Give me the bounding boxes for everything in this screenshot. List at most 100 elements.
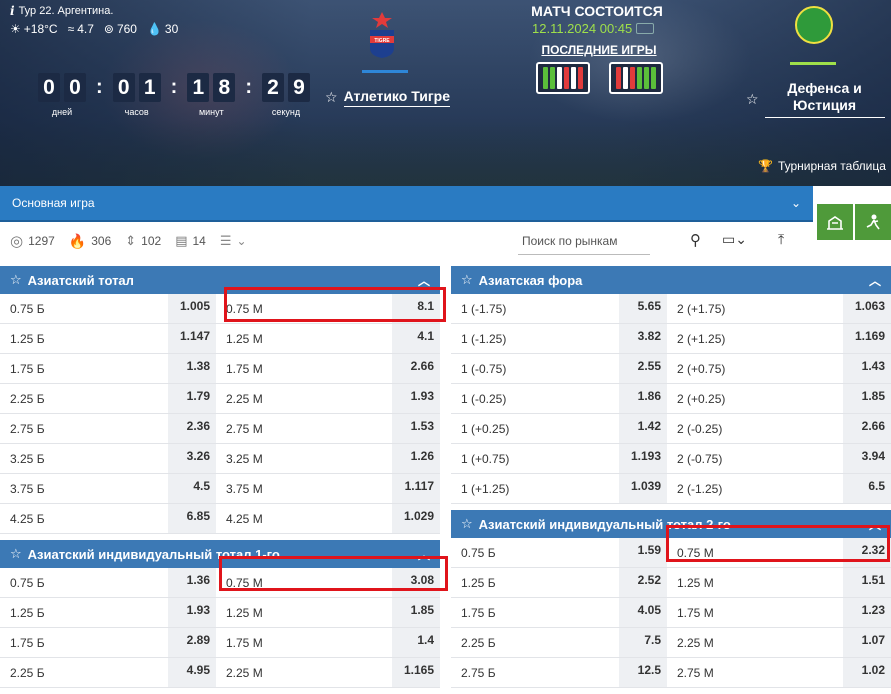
odds-value[interactable]: 1.53 [392, 414, 440, 443]
market-header[interactable]: ☆ Азиатская фора ︿ [451, 266, 891, 294]
odds-value[interactable]: 12.5 [619, 658, 667, 687]
odds-value[interactable]: 1.36 [168, 568, 216, 597]
odds-value[interactable]: 1.4 [392, 628, 440, 657]
outcome-label[interactable]: 0.75 М [216, 294, 392, 323]
filter-totals[interactable]: ⇕ 102 [125, 233, 161, 249]
odds-value[interactable]: 2.89 [168, 628, 216, 657]
search-icon[interactable]: ⚲ [690, 231, 701, 249]
columns-icon[interactable]: ▭⌄ [722, 231, 747, 248]
team1[interactable]: ☆ Атлетико Тигре [325, 88, 450, 107]
team2-form[interactable] [609, 62, 663, 94]
odds-value[interactable]: 2.52 [619, 568, 667, 597]
odds-value[interactable]: 1.07 [843, 628, 891, 657]
market-header[interactable]: ☆ Азиатский индивидуальный тотал 1-го ︿ [0, 540, 440, 568]
odds-value[interactable]: 1.42 [619, 414, 667, 443]
odds-value[interactable]: 7.5 [619, 628, 667, 657]
odds-value[interactable]: 3.94 [843, 444, 891, 473]
outcome-label[interactable]: 2 (-1.25) [667, 474, 843, 503]
outcome-label[interactable]: 2 (-0.25) [667, 414, 843, 443]
game-selector-label[interactable]: Основная игра [12, 196, 95, 210]
filter-menu[interactable]: ☰ ⌄ [220, 233, 247, 249]
odds-value[interactable]: 1.23 [843, 598, 891, 627]
odds-value[interactable]: 1.165 [392, 658, 440, 687]
outcome-label[interactable]: 1.75 Б [0, 354, 168, 383]
tournament-table-label[interactable]: Турнирная таблица [778, 159, 886, 173]
outcome-label[interactable]: 2.25 Б [451, 628, 619, 657]
collapse-all-icon[interactable]: ⤒ [778, 231, 784, 248]
odds-value[interactable]: 1.147 [168, 324, 216, 353]
outcome-label[interactable]: 1.75 Б [451, 598, 619, 627]
outcome-label[interactable]: 1.25 М [216, 598, 392, 627]
chevron-up-icon[interactable]: ︿ [418, 546, 430, 563]
chevron-down-icon[interactable]: ⌄ [791, 196, 801, 210]
outcome-label[interactable]: 2.25 М [216, 384, 392, 413]
odds-value[interactable]: 4.1 [392, 324, 440, 353]
odds-value[interactable]: 1.005 [168, 294, 216, 323]
odds-value[interactable]: 8.1 [392, 294, 440, 323]
game-selector[interactable]: Основная игра ⌄ [0, 186, 813, 222]
outcome-label[interactable]: 3.75 Б [0, 474, 168, 503]
chevron-up-icon[interactable]: ︿ [869, 516, 881, 533]
team1-name[interactable]: Атлетико Тигре [343, 88, 450, 107]
favorite-star-icon[interactable]: ☆ [10, 272, 22, 288]
player-button[interactable] [855, 204, 891, 240]
outcome-label[interactable]: 2.75 М [667, 658, 843, 687]
outcome-label[interactable]: 1.25 М [667, 568, 843, 597]
outcome-label[interactable]: 2.75 М [216, 414, 392, 443]
outcome-label[interactable]: 1.25 Б [451, 568, 619, 597]
odds-value[interactable]: 1.38 [168, 354, 216, 383]
odds-value[interactable]: 1.063 [843, 294, 891, 323]
outcome-label[interactable]: 0.75 Б [0, 294, 168, 323]
outcome-label[interactable]: 1.75 М [667, 598, 843, 627]
outcome-label[interactable]: 3.75 М [216, 474, 392, 503]
favorite-star-icon[interactable]: ☆ [746, 91, 759, 108]
odds-value[interactable]: 3.82 [619, 324, 667, 353]
odds-value[interactable]: 1.117 [392, 474, 440, 503]
outcome-label[interactable]: 1 (+1.25) [451, 474, 619, 503]
outcome-label[interactable]: 1.25 Б [0, 598, 168, 627]
last-games-link[interactable]: ПОСЛЕДНИЕ ИГРЫ [520, 43, 678, 57]
odds-value[interactable]: 1.02 [843, 658, 891, 687]
market-header[interactable]: ☆ Азиатский тотал ︿ [0, 266, 440, 294]
odds-value[interactable]: 2.55 [619, 354, 667, 383]
team2-name[interactable]: Дефенса и Юстиция [764, 80, 885, 118]
odds-value[interactable]: 2.32 [843, 538, 891, 567]
outcome-label[interactable]: 1.75 Б [0, 628, 168, 657]
odds-value[interactable]: 1.93 [392, 384, 440, 413]
team2[interactable]: ☆ Дефенса и Юстиция [746, 80, 885, 118]
outcome-label[interactable]: 2.25 М [216, 658, 392, 687]
outcome-label[interactable]: 0.75 М [667, 538, 843, 567]
filter-all[interactable]: ◎ 1297 [10, 232, 55, 250]
odds-value[interactable]: 1.039 [619, 474, 667, 503]
favorite-star-icon[interactable]: ☆ [10, 546, 22, 562]
outcome-label[interactable]: 2.25 М [667, 628, 843, 657]
stadium-button[interactable] [817, 204, 853, 240]
outcome-label[interactable]: 1.75 М [216, 354, 392, 383]
outcome-label[interactable]: 3.25 М [216, 444, 392, 473]
outcome-label[interactable]: 4.25 Б [0, 504, 168, 533]
odds-value[interactable]: 1.59 [619, 538, 667, 567]
outcome-label[interactable]: 1 (-0.75) [451, 354, 619, 383]
outcome-label[interactable]: 1 (-1.75) [451, 294, 619, 323]
odds-value[interactable]: 1.193 [619, 444, 667, 473]
outcome-label[interactable]: 2 (+1.25) [667, 324, 843, 353]
outcome-label[interactable]: 2 (-0.75) [667, 444, 843, 473]
outcome-label[interactable]: 4.25 М [216, 504, 392, 533]
odds-value[interactable]: 2.66 [392, 354, 440, 383]
odds-value[interactable]: 4.5 [168, 474, 216, 503]
outcome-label[interactable]: 1 (-0.25) [451, 384, 619, 413]
outcome-label[interactable]: 1.25 М [216, 324, 392, 353]
odds-value[interactable]: 6.5 [843, 474, 891, 503]
outcome-label[interactable]: 0.75 Б [0, 568, 168, 597]
outcome-label[interactable]: 2.25 Б [0, 658, 168, 687]
chevron-up-icon[interactable]: ︿ [869, 272, 881, 289]
outcome-label[interactable]: 2.75 Б [451, 658, 619, 687]
outcome-label[interactable]: 1 (+0.25) [451, 414, 619, 443]
odds-value[interactable]: 1.029 [392, 504, 440, 533]
odds-value[interactable]: 1.86 [619, 384, 667, 413]
outcome-label[interactable]: 3.25 Б [0, 444, 168, 473]
odds-value[interactable]: 1.85 [843, 384, 891, 413]
odds-value[interactable]: 6.85 [168, 504, 216, 533]
outcome-label[interactable]: 0.75 М [216, 568, 392, 597]
odds-value[interactable]: 1.169 [843, 324, 891, 353]
